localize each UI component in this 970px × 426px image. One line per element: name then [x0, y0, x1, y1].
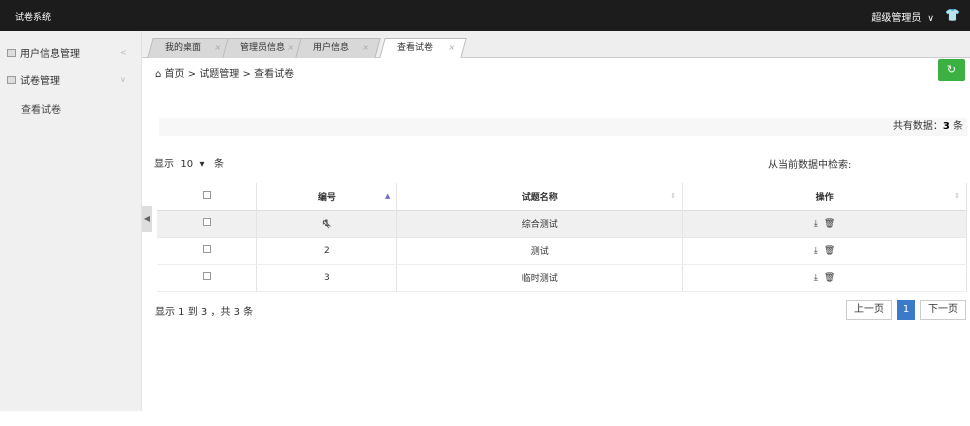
- sidebar-item-label: 试卷管理: [20, 76, 60, 87]
- sort-asc-icon: ▲: [384, 192, 391, 200]
- page-button-current[interactable]: 1: [897, 300, 915, 320]
- tab-view-exam[interactable]: 查看试卷 ×: [379, 38, 467, 58]
- total-count-value: 3: [942, 121, 950, 132]
- tab-user-info[interactable]: 用户信息 ×: [295, 38, 381, 58]
- home-icon: ⌂: [155, 69, 162, 80]
- row-checkbox[interactable]: [202, 218, 211, 226]
- row-checkbox[interactable]: [202, 245, 211, 253]
- refresh-icon: ↻: [946, 63, 957, 76]
- table-row: 1 综合测试 ⤓ 🗑: [157, 210, 967, 238]
- sidebar-item-user-info[interactable]: 用户信息管理 <: [7, 45, 127, 60]
- total-count: 共有数据：3 条: [159, 118, 967, 136]
- breadcrumb-home[interactable]: 首页: [165, 69, 185, 80]
- close-icon[interactable]: ×: [213, 43, 222, 52]
- pagination: 上一页 1 下一页: [846, 300, 966, 320]
- skin-icon[interactable]: 👕: [945, 8, 960, 22]
- user-name: 超级管理员: [871, 13, 922, 24]
- page-size-control: 显示 10 ▾ 条: [154, 159, 225, 170]
- trash-icon[interactable]: 🗑: [824, 273, 835, 283]
- user-menu[interactable]: 超级管理员 ∨: [871, 9, 934, 24]
- chevron-left-icon: <: [120, 48, 127, 57]
- exam-table: 编号 ▲ 试题名称 ⇕ 操作 ⇕ 1 综合测试 ⤓ 🗑 2 测试 ⤓ 🗑 3 临时测试 ⤓…: [157, 183, 967, 292]
- app-title: 试卷系统: [15, 13, 52, 23]
- trash-icon[interactable]: 🗑: [824, 246, 835, 256]
- download-icon[interactable]: ⤓: [814, 246, 818, 256]
- list-icon: [7, 75, 16, 84]
- list-icon: [7, 48, 16, 57]
- mouse-cursor-icon: ⇖: [321, 217, 332, 232]
- trash-icon[interactable]: 🗑: [824, 219, 835, 229]
- sort-icon: ⇕: [670, 192, 677, 200]
- chevron-down-icon: ∨: [120, 75, 126, 84]
- table-row: 3 临时测试 ⤓ 🗑: [157, 264, 967, 292]
- column-header-actions: 操作 ⇕: [682, 183, 967, 210]
- cell-name: 测试: [396, 237, 684, 265]
- table-row: 2 测试 ⤓ 🗑: [157, 237, 967, 265]
- page-size-select[interactable]: 10 ▾: [177, 159, 211, 170]
- row-checkbox[interactable]: [202, 272, 211, 280]
- top-bar: 试卷系统 超级管理员 ∨ 👕: [0, 0, 970, 31]
- prev-page-button[interactable]: 上一页: [846, 300, 892, 320]
- sidebar-item-label: 用户信息管理: [20, 49, 80, 60]
- tab-bar: 我的桌面 × 管理员信息 × 用户信息 × 查看试卷 ×: [142, 31, 970, 58]
- sort-icon: ⇕: [954, 192, 960, 200]
- close-icon[interactable]: ×: [286, 43, 295, 52]
- sidebar: 用户信息管理 < 试卷管理 ∨ 查看试卷: [0, 31, 142, 411]
- download-icon[interactable]: ⤓: [814, 273, 818, 283]
- cell-name: 综合测试: [396, 210, 684, 238]
- cell-id: 2: [256, 237, 398, 265]
- tab-admin-info[interactable]: 管理员信息 ×: [222, 38, 306, 58]
- breadcrumb: ⌂ 首页 > 试题管理 > 查看试卷: [155, 69, 295, 80]
- sidebar-collapse-handle[interactable]: ◀: [142, 206, 152, 232]
- refresh-button[interactable]: ↻: [938, 59, 965, 81]
- close-icon[interactable]: ×: [361, 43, 370, 52]
- sidebar-subitem-view-exam[interactable]: 查看试卷: [21, 101, 61, 116]
- tab-desktop[interactable]: 我的桌面 ×: [147, 38, 233, 58]
- next-page-button[interactable]: 下一页: [920, 300, 966, 320]
- sidebar-item-exam[interactable]: 试卷管理 ∨: [7, 72, 126, 87]
- search-label: 从当前数据中检索:: [768, 160, 852, 171]
- pagination-info: 显示 1 到 3 ，共 3 条: [155, 307, 254, 318]
- select-all-cell[interactable]: [157, 183, 258, 210]
- breadcrumb-page: 查看试卷: [254, 69, 295, 80]
- column-header-id[interactable]: 编号 ▲: [256, 183, 398, 210]
- select-all-checkbox[interactable]: [202, 190, 211, 199]
- chevron-down-icon: ∨: [927, 14, 934, 24]
- breadcrumb-section: 试题管理: [199, 69, 240, 80]
- close-icon[interactable]: ×: [447, 43, 456, 52]
- table-header: 编号 ▲ 试题名称 ⇕ 操作 ⇕: [157, 183, 967, 210]
- cell-name: 临时测试: [396, 264, 684, 292]
- download-icon[interactable]: ⤓: [814, 219, 818, 229]
- cell-id: 3: [256, 264, 398, 292]
- column-header-name[interactable]: 试题名称 ⇕: [396, 183, 684, 210]
